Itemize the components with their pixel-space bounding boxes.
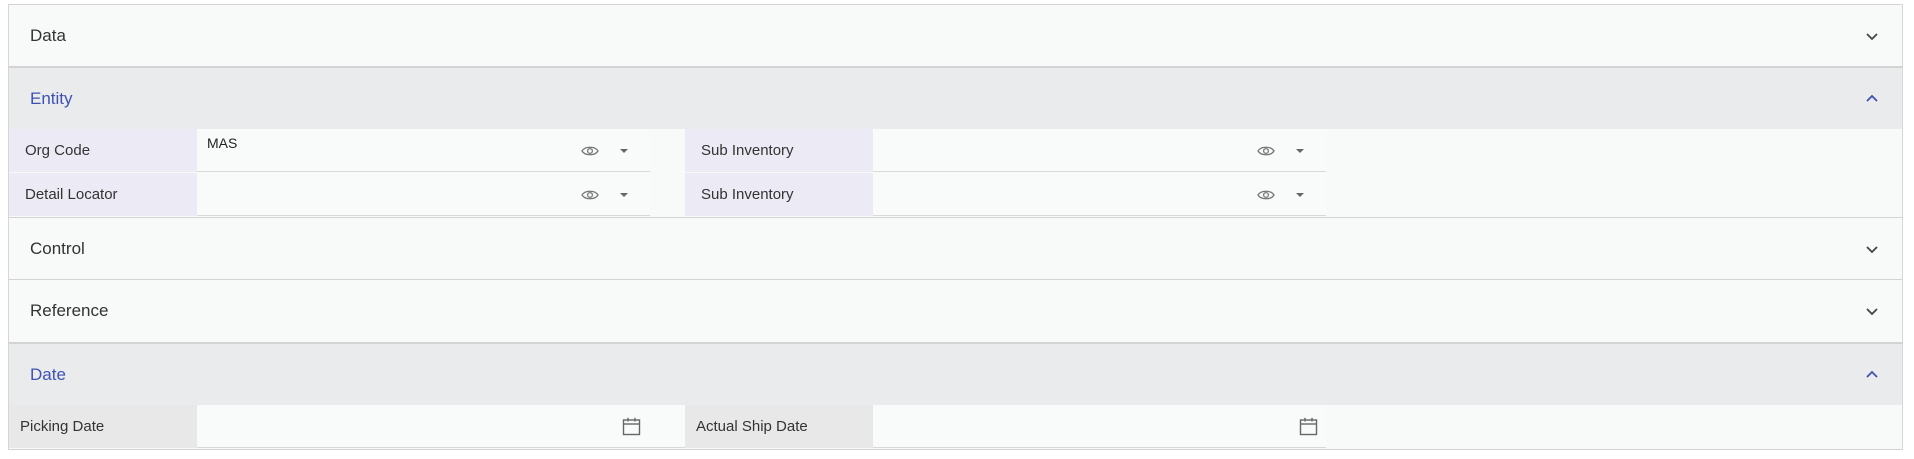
chevron-down-icon[interactable] [1864,241,1880,257]
section-title-entity: Entity [30,88,73,108]
org-code-label: Org Code [9,129,197,172]
eye-icon[interactable] [581,145,599,157]
chevron-up-icon[interactable] [1864,367,1880,383]
section-header-reference[interactable]: Reference [8,279,1903,343]
section-header-date[interactable]: Date [8,343,1903,405]
sub-inventory-field-2[interactable] [873,173,1326,216]
eye-icon[interactable] [581,189,599,201]
section-header-entity[interactable]: Entity [8,67,1903,129]
chevron-down-icon[interactable] [1864,28,1880,44]
sub-inventory-label-1: Sub Inventory [685,129,873,172]
chevron-up-icon[interactable] [1864,91,1880,107]
caret-down-icon[interactable] [620,149,628,153]
section-header-data[interactable]: Data [8,4,1903,67]
section-body-entity: Org Code MAS Sub Inventory Detail Locato… [8,129,1903,217]
picking-date-field[interactable] [197,405,685,448]
caret-down-icon[interactable] [620,193,628,197]
section-title-control: Control [30,238,85,258]
detail-locator-label: Detail Locator [9,173,197,216]
org-code-value: MAS [207,135,238,151]
eye-icon[interactable] [1257,189,1275,201]
caret-down-icon[interactable] [1296,193,1304,197]
calendar-icon[interactable] [1299,417,1318,436]
actual-ship-date-label: Actual Ship Date [685,405,873,448]
section-title-date: Date [30,364,66,384]
detail-locator-field[interactable] [197,173,650,216]
calendar-icon[interactable] [622,417,641,436]
section-header-control[interactable]: Control [8,217,1903,280]
picking-date-label: Picking Date [9,405,197,448]
sub-inventory-label-2: Sub Inventory [685,173,873,216]
caret-down-icon[interactable] [1296,149,1304,153]
org-code-field[interactable]: MAS [197,129,650,172]
sub-inventory-field-1[interactable] [873,129,1326,172]
chevron-down-icon[interactable] [1864,303,1880,319]
section-body-date: Picking Date Actual Ship Date [8,405,1903,450]
actual-ship-date-field[interactable] [873,405,1326,448]
eye-icon[interactable] [1257,145,1275,157]
section-title-reference: Reference [30,301,109,320]
section-title-data: Data [30,25,66,45]
